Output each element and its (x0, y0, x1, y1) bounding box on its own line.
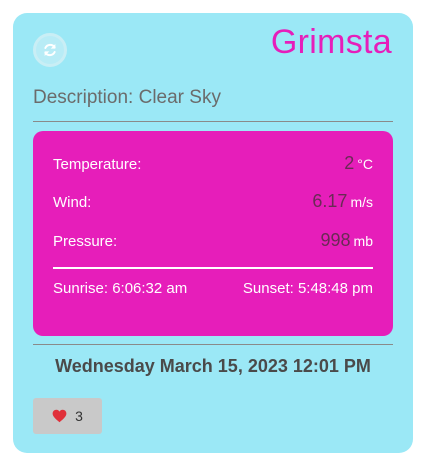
date-time: Wednesday March 15, 2023 12:01 PM (55, 356, 371, 376)
wind-value: 6.17 (312, 191, 348, 211)
temperature-row: Temperature: 2 °C (53, 153, 373, 174)
like-button[interactable]: 3 (33, 398, 102, 434)
heart-icon (52, 409, 67, 423)
like-count: 3 (75, 408, 83, 424)
wind-row: Wind: 6.17 m/s (53, 191, 373, 212)
stats-panel: Temperature: 2 °C Wind: 6.17 m/s Pressure:… (33, 131, 393, 336)
divider (33, 121, 393, 122)
temperature-reading: 2 °C (344, 153, 373, 174)
pressure-row: Pressure: 998 mb (53, 230, 373, 251)
sunrise-time: Sunrise: 6:06:32 am (53, 280, 188, 297)
city-name: Grimsta (270, 23, 392, 61)
divider (33, 344, 393, 345)
temperature-label: Temperature: (53, 156, 142, 173)
pressure-unit: mb (353, 233, 373, 249)
wind-label: Wind: (53, 194, 92, 211)
pressure-label: Pressure: (53, 233, 118, 250)
stats-divider (53, 267, 373, 269)
weather-card: Grimsta Description: Clear Sky Temperatu… (13, 13, 413, 453)
sunset-time: Sunset: 5:48:48 pm (242, 280, 373, 297)
pressure-value: 998 (320, 230, 351, 250)
sun-times-row: Sunrise: 6:06:32 am Sunset: 5:48:48 pm (53, 280, 373, 297)
weather-description: Description: Clear Sky (33, 87, 221, 108)
refresh-button[interactable] (33, 33, 67, 67)
temperature-unit: °C (357, 156, 373, 172)
refresh-icon (44, 43, 56, 57)
wind-unit: m/s (350, 194, 373, 210)
wind-reading: 6.17 m/s (312, 191, 373, 212)
temperature-value: 2 (344, 153, 355, 173)
pressure-reading: 998 mb (321, 230, 374, 251)
